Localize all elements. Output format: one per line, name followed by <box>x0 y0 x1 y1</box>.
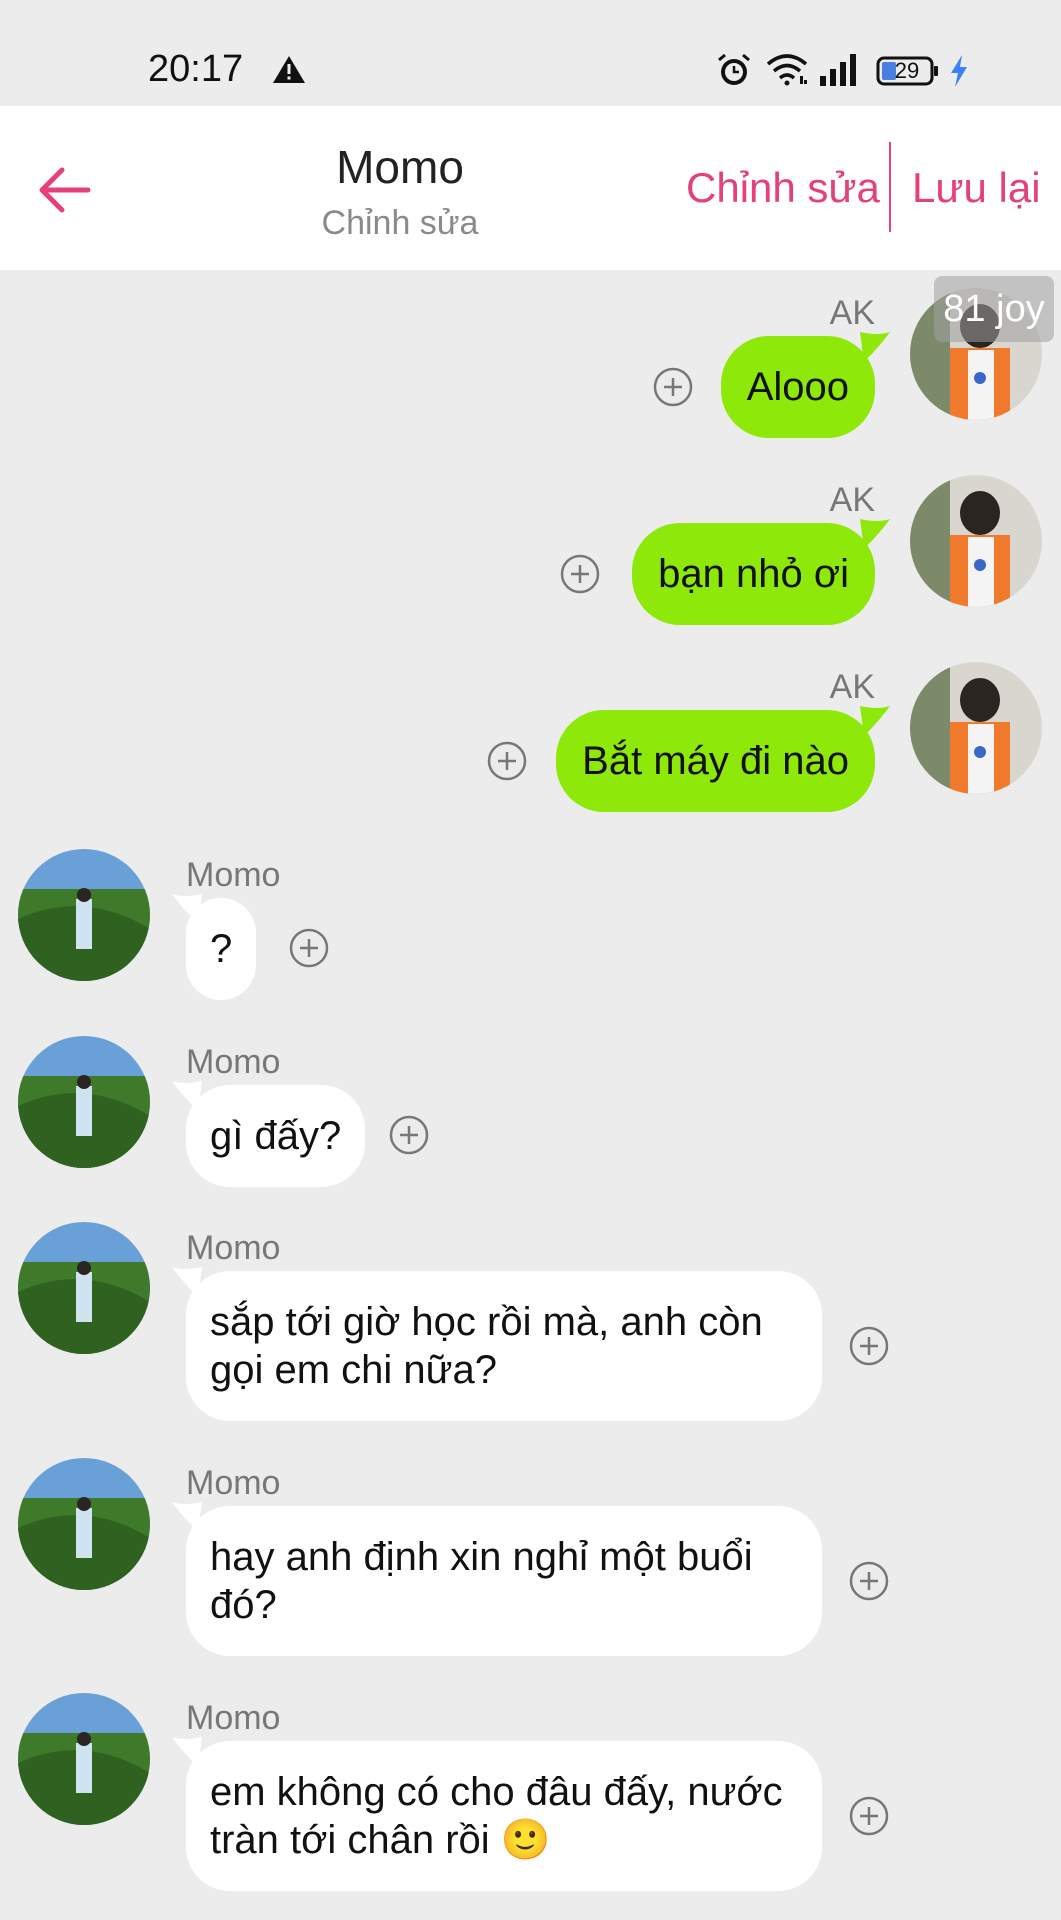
charging-icon <box>951 55 967 87</box>
message-bubble-sent[interactable]: Alooo <box>720 336 875 438</box>
bubble-tail <box>860 706 890 736</box>
avatar[interactable] <box>18 1458 150 1590</box>
add-reaction-icon[interactable] <box>848 1560 890 1602</box>
message-bubble-received[interactable]: hay anh định xin nghỉ một buổi đó? <box>186 1506 822 1656</box>
sender-name: Momo <box>186 1464 281 1502</box>
sender-name: Momo <box>186 1699 281 1737</box>
warning-icon <box>273 56 305 83</box>
sender-name: Momo <box>186 1043 281 1081</box>
overlay-badge: 81 joy <box>934 276 1054 342</box>
message-bubble-received[interactable]: ? <box>186 898 257 1000</box>
status-bar: 20:17 29 <box>0 0 1061 106</box>
chat-header: Momo Chỉnh sửa Chỉnh sửa Lưu lại <box>0 106 1061 270</box>
avatar[interactable] <box>910 662 1042 794</box>
add-reaction-icon[interactable] <box>559 553 601 595</box>
alarm-icon <box>718 53 750 85</box>
chat-title: Momo <box>336 141 464 193</box>
edit-button[interactable]: Chỉnh sửa <box>686 164 880 212</box>
sender-name: AK <box>829 481 875 519</box>
add-reaction-icon[interactable] <box>288 927 330 969</box>
message-bubble-received[interactable]: em không có cho đâu đấy, nước tràn tới c… <box>186 1741 822 1891</box>
message-bubble-sent[interactable]: bạn nhỏ ơi <box>632 523 875 625</box>
avatar[interactable] <box>18 849 150 981</box>
message-bubble-received[interactable]: sắp tới giờ học rồi mà, anh còn gọi em c… <box>186 1271 822 1421</box>
message-bubble-received[interactable]: gì đấy? <box>186 1085 366 1187</box>
add-reaction-icon[interactable] <box>652 366 694 408</box>
battery-level: 29 <box>894 58 920 83</box>
avatar[interactable] <box>18 1222 150 1354</box>
wifi-icon <box>766 54 808 86</box>
bubble-tail <box>860 519 890 549</box>
add-reaction-icon[interactable] <box>848 1795 890 1837</box>
add-reaction-icon[interactable] <box>848 1325 890 1367</box>
sender-name: AK <box>829 668 875 706</box>
avatar[interactable] <box>18 1036 150 1168</box>
avatar[interactable] <box>910 475 1042 607</box>
sender-name: Momo <box>186 1229 281 1267</box>
sender-name: AK <box>829 294 875 332</box>
status-time: 20:17 <box>148 48 244 90</box>
signal-icon <box>820 54 856 86</box>
back-arrow-icon[interactable] <box>36 164 94 216</box>
add-reaction-icon[interactable] <box>486 740 528 782</box>
chat-subtitle: Chỉnh sửa <box>321 204 479 242</box>
add-reaction-icon[interactable] <box>388 1114 430 1156</box>
sender-name: Momo <box>186 856 281 894</box>
bubble-tail <box>860 332 890 362</box>
message-bubble-sent[interactable]: Bắt máy đi nào <box>556 710 875 812</box>
avatar[interactable] <box>18 1693 150 1825</box>
header-divider <box>889 142 891 232</box>
save-button[interactable]: Lưu lại <box>912 164 1041 212</box>
